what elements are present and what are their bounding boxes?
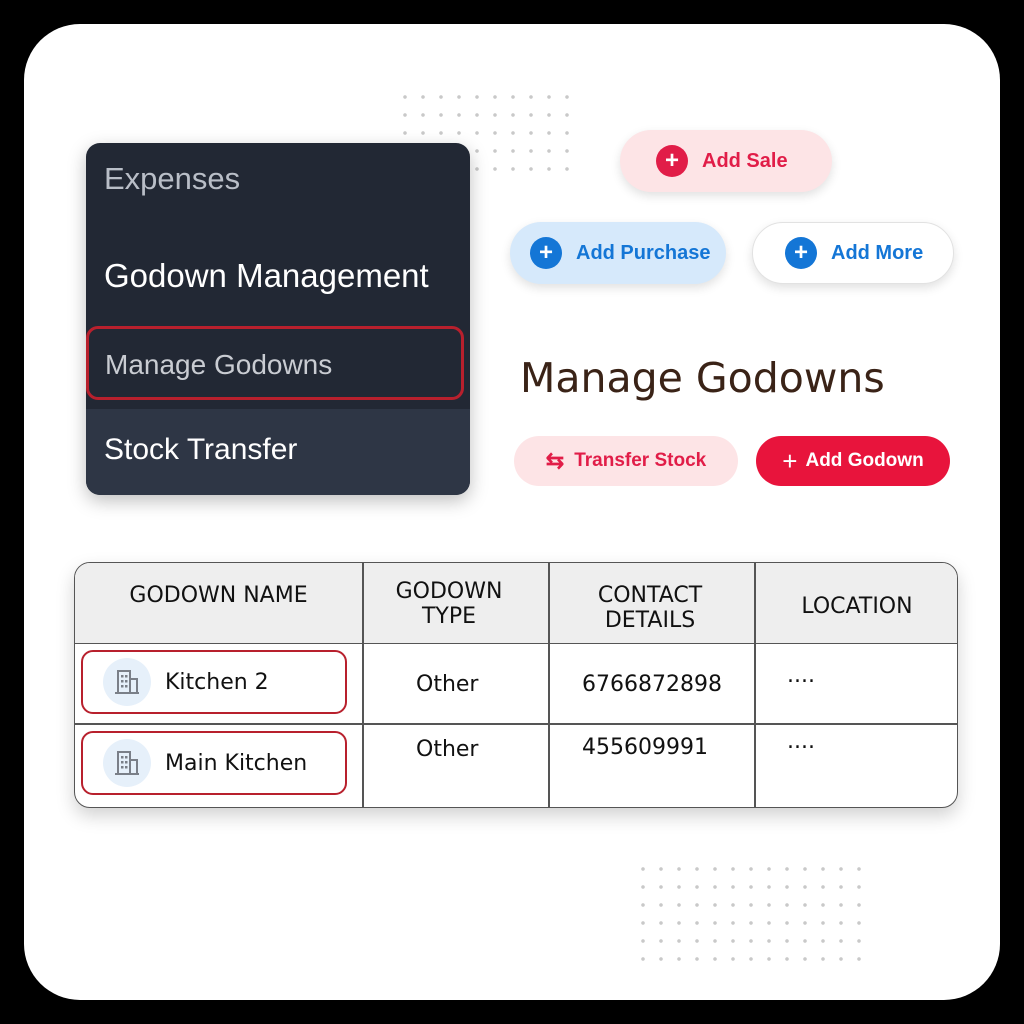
location: .... bbox=[787, 729, 815, 754]
godown-name: Kitchen 2 bbox=[165, 669, 269, 695]
add-more-button[interactable]: + Add More bbox=[752, 222, 954, 284]
plus-circle-icon: + bbox=[530, 237, 562, 269]
godowns-table: GODOWN NAME GODOWN TYPE CONTACT DETAILS … bbox=[74, 562, 958, 808]
add-sale-button[interactable]: + Add Sale bbox=[620, 130, 832, 192]
add-godown-label: Add Godown bbox=[805, 450, 924, 471]
add-purchase-button[interactable]: + Add Purchase bbox=[510, 222, 726, 284]
godown-name: Main Kitchen bbox=[165, 750, 308, 776]
column-divider bbox=[548, 563, 550, 807]
godown-type: Other bbox=[416, 737, 479, 762]
sidebar-item-stock-transfer[interactable]: Stock Transfer bbox=[104, 433, 297, 467]
add-purchase-label: Add Purchase bbox=[576, 241, 711, 264]
contact-details: 6766872898 bbox=[582, 672, 722, 697]
column-divider bbox=[362, 563, 364, 807]
header-godown-name: GODOWN NAME bbox=[129, 583, 308, 608]
godown-type: Other bbox=[416, 672, 479, 697]
transfer-stock-label: Transfer Stock bbox=[574, 450, 707, 471]
canvas-card: Expenses Godown Management Manage Godown… bbox=[24, 24, 1000, 1000]
page-title: Manage Godowns bbox=[520, 354, 885, 402]
header-location: LOCATION bbox=[801, 594, 913, 619]
sidebar-item-manage-godowns[interactable]: Manage Godowns bbox=[86, 326, 464, 400]
table-row-name-cell[interactable]: Main Kitchen bbox=[81, 731, 347, 795]
transfer-stock-button[interactable]: ⇆ Transfer Stock bbox=[514, 436, 738, 486]
transfer-arrows-icon: ⇆ bbox=[545, 448, 565, 473]
header-contact-details: CONTACT DETAILS bbox=[597, 583, 703, 633]
table-row-name-cell[interactable]: Kitchen 2 bbox=[81, 650, 347, 714]
row-divider bbox=[75, 723, 957, 725]
plus-icon: + bbox=[782, 445, 798, 476]
plus-circle-icon: + bbox=[656, 145, 688, 177]
plus-circle-icon: + bbox=[785, 237, 817, 269]
contact-details: 455609991 bbox=[582, 735, 708, 760]
building-icon bbox=[103, 658, 151, 706]
sidebar-item-godown-management[interactable]: Godown Management bbox=[104, 257, 429, 295]
decorative-dots bbox=[634, 860, 864, 968]
sidebar-menu: Expenses Godown Management Manage Godown… bbox=[86, 143, 470, 495]
location: .... bbox=[787, 663, 815, 688]
add-more-label: Add More bbox=[831, 241, 924, 264]
add-godown-button[interactable]: + Add Godown bbox=[756, 436, 950, 486]
sidebar-item-expenses[interactable]: Expenses bbox=[104, 161, 240, 197]
header-godown-type: GODOWN TYPE bbox=[395, 579, 503, 629]
add-sale-label: Add Sale bbox=[702, 149, 788, 172]
building-icon bbox=[103, 739, 151, 787]
